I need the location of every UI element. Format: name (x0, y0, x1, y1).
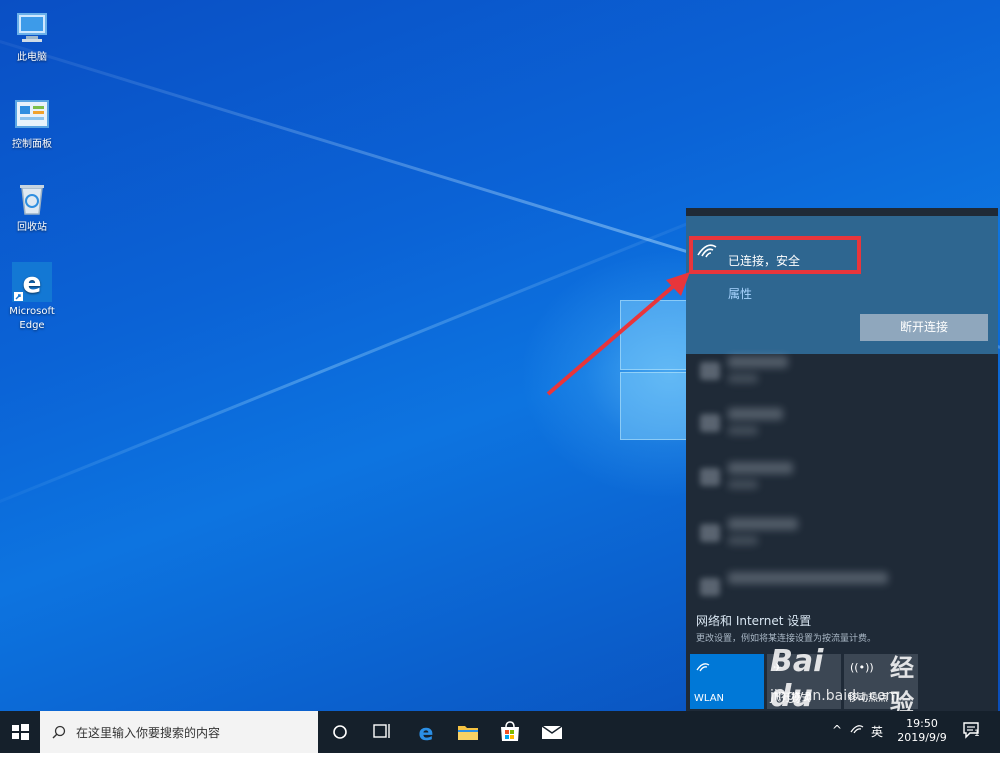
desktop-icon-label: 控制面板 (12, 139, 52, 150)
wlan-tile[interactable]: WLAN (690, 654, 764, 709)
network-name-blurred (728, 572, 888, 584)
wifi-icon (700, 362, 720, 380)
network-name-blurred (728, 408, 783, 420)
action-center-button[interactable]: 1 (962, 721, 984, 744)
wifi-network-item[interactable] (686, 400, 998, 452)
network-name-blurred (728, 518, 798, 530)
task-view-button[interactable] (360, 711, 404, 753)
wifi-icon (700, 468, 720, 486)
network-tray-icon[interactable] (850, 723, 864, 738)
network-settings-link[interactable]: 网络和 Internet 设置 (696, 612, 811, 629)
network-name-blurred (728, 462, 793, 474)
network-flyout: 已连接，安全 属性 断开连接 网络和 Internet 设置 更改设置，例如将某… (686, 208, 998, 711)
connection-status: 已连接，安全 (728, 254, 801, 268)
notification-count: 1 (974, 729, 980, 739)
wlan-tile-label: WLAN (694, 693, 725, 704)
cortana-icon (333, 725, 347, 739)
wallpaper-windows-logo (620, 300, 690, 440)
network-status-blurred (728, 374, 758, 383)
search-placeholder: 在这里输入你要搜索的内容 (76, 726, 221, 740)
taskbar-store-button[interactable] (488, 711, 532, 753)
desktop-icon-label: 此电脑 (17, 52, 47, 63)
taskbar-edge-button[interactable]: e (404, 711, 448, 753)
ime-indicator[interactable]: 英 (871, 723, 883, 740)
edge-icon: e (12, 262, 52, 302)
wifi-network-item[interactable] (686, 564, 998, 616)
taskbar: 在这里输入你要搜索的内容 e ^ 英 19:50 2019/9/9 1 (0, 711, 1000, 753)
network-name-blurred (728, 356, 788, 368)
mail-icon (541, 725, 563, 739)
clock-date: 2019/9/9 (897, 731, 947, 744)
wifi-network-item[interactable] (686, 510, 998, 562)
desktop-icon-control-panel[interactable]: 控制面板 (0, 95, 64, 152)
edge-icon: e (419, 721, 434, 746)
show-hidden-icons-icon[interactable]: ^ (832, 723, 842, 737)
cortana-button[interactable] (318, 711, 362, 753)
wifi-secure-icon (696, 241, 718, 259)
desktop-icon-this-pc[interactable]: 此电脑 (0, 8, 64, 65)
taskbar-mail-button[interactable] (530, 711, 574, 753)
wifi-icon (700, 414, 720, 432)
svg-text:e: e (23, 266, 42, 299)
wifi-icon (696, 661, 710, 676)
disconnect-button[interactable]: 断开连接 (860, 314, 988, 341)
desktop: 此电脑 控制面板 回收站 e Microsoft Edge 已连接，安全 属性 … (0, 0, 1000, 711)
network-settings-description: 更改设置，例如将某连接设置为按流量计费。 (696, 634, 877, 644)
wifi-icon (700, 524, 720, 542)
start-button[interactable] (0, 711, 40, 753)
desktop-icon-recycle-bin[interactable]: 回收站 (0, 178, 64, 235)
hotspot-icon: ((•)) (850, 661, 874, 674)
this-pc-icon (12, 8, 52, 48)
network-status-blurred (728, 480, 758, 489)
search-icon (52, 724, 66, 739)
wifi-network-item[interactable] (686, 348, 998, 400)
watermark-text: 经验 (890, 654, 914, 717)
properties-link[interactable]: 属性 (728, 285, 752, 302)
taskbar-file-explorer-button[interactable] (446, 711, 490, 753)
taskbar-search-box[interactable]: 在这里输入你要搜索的内容 (40, 711, 318, 753)
desktop-icon-label: Microsoft Edge (9, 306, 55, 331)
control-panel-icon (12, 95, 52, 135)
desktop-icon-label: 回收站 (17, 222, 47, 233)
network-status-blurred (728, 536, 758, 545)
notification-icon (963, 722, 979, 739)
wifi-network-item[interactable] (686, 454, 998, 506)
windows-icon (12, 724, 29, 740)
wifi-icon (700, 578, 720, 596)
watermark-url: jingyan.baidu.com (770, 688, 900, 704)
clock-time: 19:50 (906, 717, 938, 730)
folder-icon (458, 726, 478, 740)
taskbar-clock[interactable]: 19:50 2019/9/9 (892, 717, 952, 745)
task-view-icon (373, 724, 390, 738)
desktop-icon-edge[interactable]: e Microsoft Edge (0, 262, 64, 333)
store-icon (501, 721, 519, 741)
recycle-bin-icon (12, 178, 52, 218)
connected-network-panel[interactable]: 已连接，安全 属性 断开连接 (686, 216, 998, 354)
svg-text:e: e (419, 721, 434, 746)
network-status-blurred (728, 426, 758, 435)
